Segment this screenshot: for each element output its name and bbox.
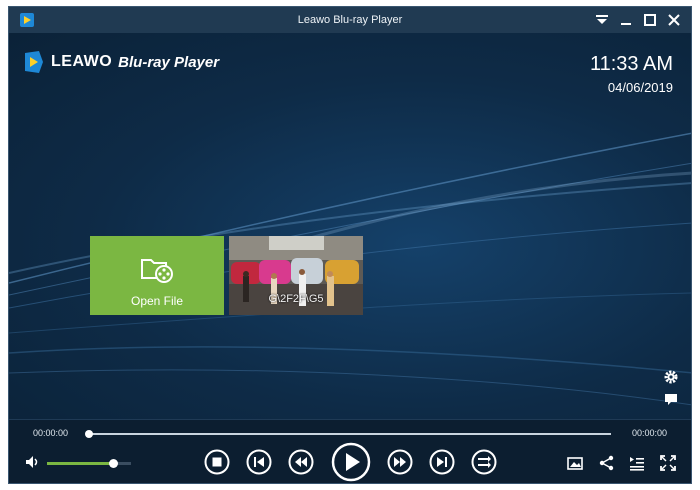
volume-slider[interactable] <box>47 459 131 468</box>
minimize-icon[interactable] <box>617 11 635 29</box>
current-time: 00:00:00 <box>33 428 69 438</box>
open-folder-film-icon <box>141 259 173 283</box>
clock: 11:33 AM 04/06/2019 <box>590 53 673 95</box>
volume-icon[interactable] <box>25 455 41 469</box>
stop-icon[interactable] <box>204 449 230 475</box>
total-time: 00:00:00 <box>631 428 667 438</box>
playback-controls: 00:00:00 00:00:00 <box>9 419 691 483</box>
brand-name: LEAWO <box>51 53 113 70</box>
playlist-icon[interactable] <box>471 449 497 475</box>
open-file-label: Open File <box>130 294 184 308</box>
fast-forward-icon[interactable] <box>387 449 413 475</box>
recent-media-tile[interactable]: G\2F2F\G5 <box>229 236 363 315</box>
next-chapter-icon[interactable] <box>429 449 455 475</box>
close-icon[interactable] <box>665 11 683 29</box>
volume-knob[interactable] <box>108 459 118 468</box>
chat-bubble-icon[interactable] <box>663 391 679 407</box>
media-title: G\2F2F\G5 <box>268 293 324 305</box>
clock-date: 04/06/2019 <box>607 80 673 95</box>
volume-fill <box>47 462 113 465</box>
title-bar: Leawo Blu-ray Player <box>9 7 691 33</box>
chapter-list-icon[interactable] <box>628 454 646 472</box>
snapshot-icon[interactable] <box>566 454 584 472</box>
settings-gear-icon[interactable] <box>663 369 679 385</box>
leawo-logo-icon <box>25 51 43 73</box>
open-file-tile[interactable]: Open File <box>90 236 224 315</box>
background-streaks <box>9 132 691 406</box>
product-name: Blu-ray Player <box>118 53 220 71</box>
player-window: Leawo Blu-ray Player LEAWO Blu-ray Playe… <box>8 6 692 484</box>
rewind-icon[interactable] <box>288 449 314 475</box>
home-stage: LEAWO Blu-ray Player 11:33 AM 04/06/2019… <box>9 33 691 419</box>
seek-bar[interactable] <box>85 430 611 438</box>
maximize-icon[interactable] <box>641 11 659 29</box>
share-icon[interactable] <box>598 454 616 472</box>
play-icon[interactable] <box>331 442 371 482</box>
clock-time: 11:33 AM <box>589 53 673 75</box>
seek-knob[interactable] <box>85 430 93 438</box>
brand-logo: LEAWO Blu-ray Player <box>23 47 219 77</box>
previous-chapter-icon[interactable] <box>246 449 272 475</box>
window-title: Leawo Blu-ray Player <box>297 14 403 26</box>
fullscreen-icon[interactable] <box>659 454 677 472</box>
dropdown-icon[interactable] <box>593 11 611 29</box>
